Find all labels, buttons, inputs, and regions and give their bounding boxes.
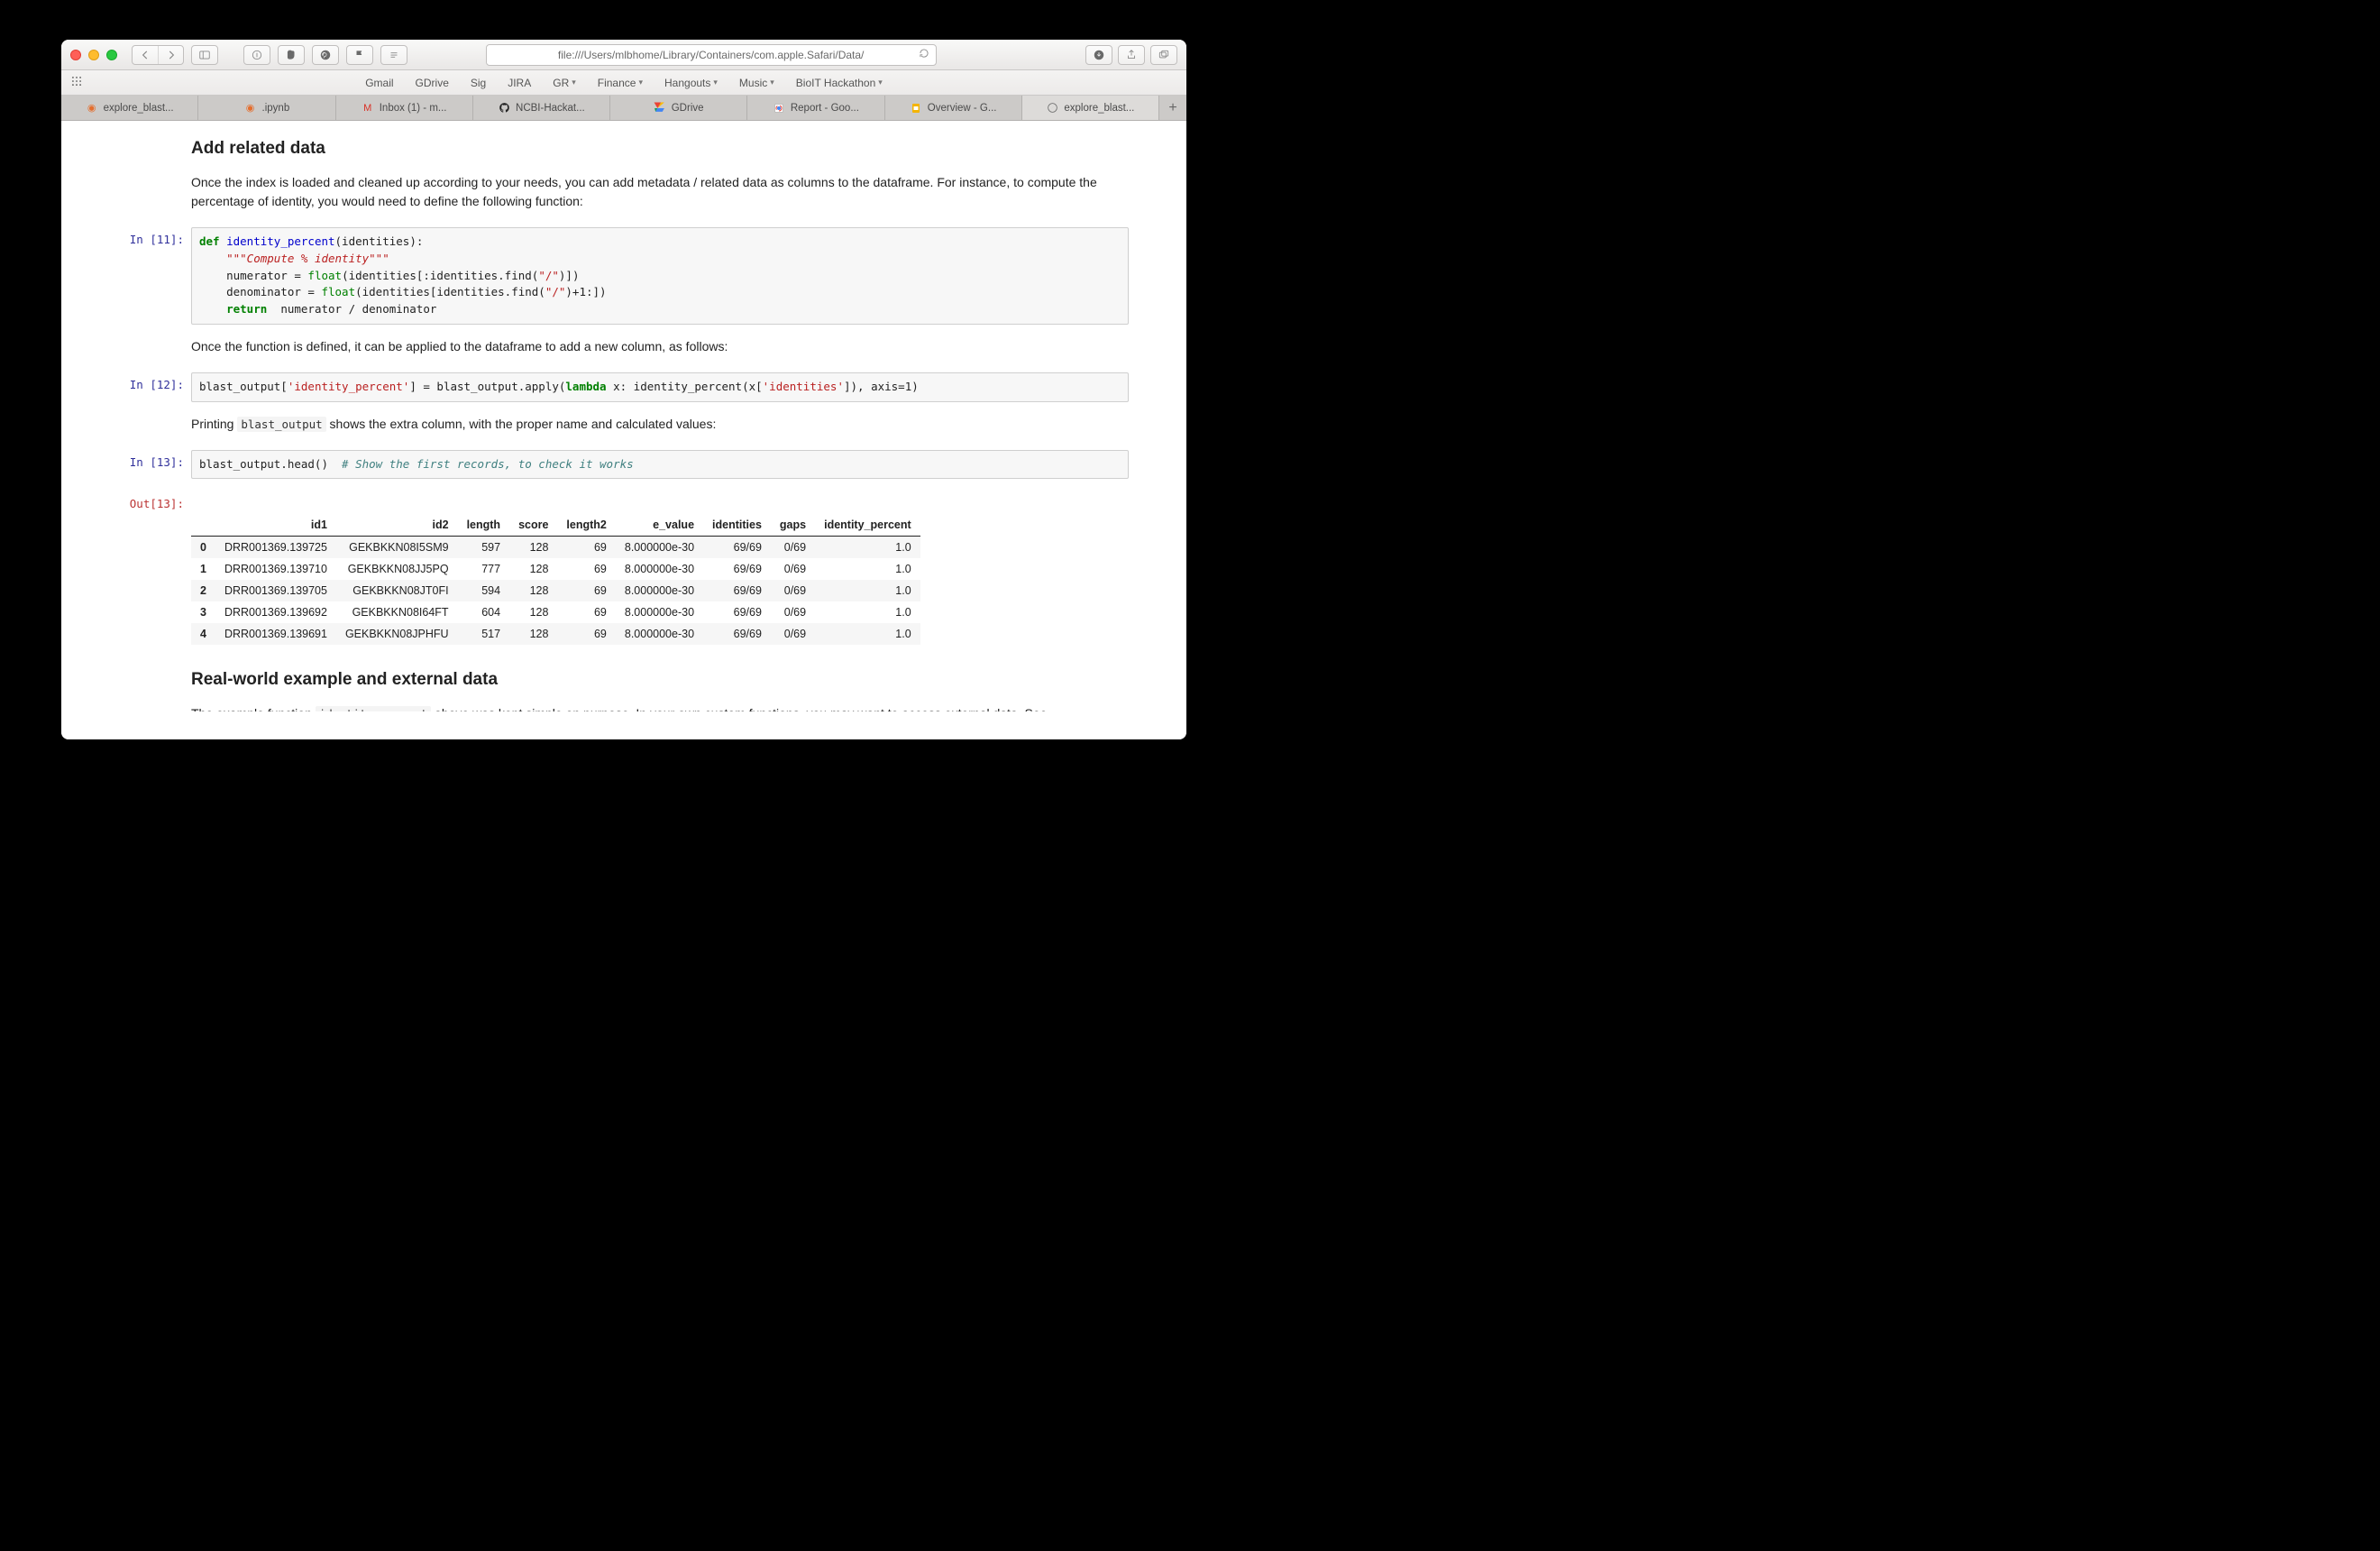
share-icon [1125,49,1138,61]
close-window-button[interactable] [70,50,81,60]
table-row: 2DRR001369.139705GEKBKKN08JT0FI594128698… [191,580,920,601]
notebook: Add related data Once the index is loade… [61,121,1186,719]
gdrive-icon [654,102,666,115]
output-table: id1 id2 length score length2 e_value ide… [191,514,920,645]
lines-icon [388,49,400,61]
forward-button[interactable] [158,46,183,64]
fav-finance[interactable]: Finance▾ [598,77,643,89]
chevron-down-icon: ▾ [638,78,643,87]
out-prompt-13: Out[13]: [119,491,191,510]
code-input-11[interactable]: def identity_percent(identities): """Com… [191,227,1129,325]
circle-i-icon [251,49,263,61]
tab-7[interactable]: explore_blast... [1022,96,1159,120]
fav-hangouts[interactable]: Hangouts▾ [664,77,718,89]
inline-code: blast_output [237,417,325,432]
fav-sig[interactable]: Sig [471,77,486,89]
gslides-icon [910,102,922,115]
pinterest-icon [319,49,332,61]
pinterest-button[interactable] [312,45,339,65]
paragraph-2: Once the function is defined, it can be … [191,337,1120,356]
tab-5[interactable]: Report - Goo... [747,96,884,120]
table-row: 4DRR001369.139691GEKBKKN08JPHFU517128698… [191,623,920,645]
toolbar: file:///Users/mlbhome/Library/Containers… [61,40,1186,70]
favorites-bar: Gmail GDrive Sig JIRA GR▾ Finance▾ Hango… [61,70,1186,96]
gdocs-icon [773,102,785,115]
code-input-13[interactable]: blast_output.head() # Show the first rec… [191,450,1129,480]
tabs-icon [1158,49,1170,61]
in-prompt-13: In [13]: [119,450,191,469]
flag-icon [353,49,366,61]
code-cell-13: In [13]: blast_output.head() # Show the … [119,450,1129,480]
fav-music[interactable]: Music▾ [739,77,774,89]
paragraph-4: The example function identity_percent ab… [191,704,1120,719]
out-row-13: Out[13]: [119,491,1129,510]
fav-gdrive[interactable]: GDrive [416,77,449,89]
table-head: id1 id2 length score length2 e_value ide… [191,514,920,537]
jupyter-icon: ◉ [86,102,98,115]
code-cell-11: In [11]: def identity_percent(identities… [119,227,1129,325]
fav-gmail[interactable]: Gmail [365,77,393,89]
chevron-down-icon: ▾ [770,78,774,87]
chevron-down-icon: ▾ [572,78,576,87]
share-button[interactable] [1118,45,1145,65]
chevron-down-icon: ▾ [878,78,883,87]
chevron-down-icon: ▾ [713,78,718,87]
sidebar-icon [198,49,211,61]
grid-icon [70,75,83,87]
downloads-button[interactable] [1085,45,1112,65]
back-button[interactable] [133,46,158,64]
code-input-12[interactable]: blast_output['identity_percent'] = blast… [191,372,1129,402]
tab-strip: ◉explore_blast... ◉.ipynb MInbox (1) - m… [61,96,1186,121]
safari-window: file:///Users/mlbhome/Library/Containers… [61,40,1186,739]
window-controls [70,50,117,60]
apps-icon[interactable] [70,75,83,90]
address-bar[interactable]: file:///Users/mlbhome/Library/Containers… [486,44,937,66]
evernote-icon [285,49,298,61]
tab-6[interactable]: Overview - G... [885,96,1022,120]
table-row: 0DRR001369.139725GEKBKKN08I5SM9597128698… [191,537,920,559]
tabs-button[interactable] [1150,45,1177,65]
in-prompt-11: In [11]: [119,227,191,246]
tab-3[interactable]: NCBI-Hackat... [473,96,610,120]
ext-button-1[interactable] [243,45,270,65]
gmail-icon: M [362,102,374,115]
fav-bioit[interactable]: BioIT Hackathon▾ [796,77,883,89]
url-text: file:///Users/mlbhome/Library/Containers… [558,49,864,61]
tab-0[interactable]: ◉explore_blast... [61,96,198,120]
ext-button-2[interactable] [346,45,373,65]
jupyter-icon: ◉ [244,102,257,115]
reader-button[interactable] [380,45,407,65]
minimize-window-button[interactable] [88,50,99,60]
tab-2[interactable]: MInbox (1) - m... [336,96,473,120]
section-heading-1: Add related data [191,139,1129,159]
tab-1[interactable]: ◉.ipynb [198,96,335,120]
download-icon [1093,49,1105,61]
tab-4[interactable]: GDrive [610,96,747,120]
reload-button[interactable] [918,47,930,62]
evernote-button[interactable] [278,45,305,65]
table-row: 3DRR001369.139692GEKBKKN08I64FT604128698… [191,601,920,623]
section-heading-2: Real-world example and external data [191,670,1129,690]
in-prompt-12: In [12]: [119,372,191,391]
page-content: Add related data Once the index is loade… [61,121,1186,739]
reload-icon [918,47,930,60]
inline-code: identity_percent [316,706,431,719]
code-cell-12: In [12]: blast_output['identity_percent'… [119,372,1129,402]
fav-jira[interactable]: JIRA [508,77,531,89]
zoom-window-button[interactable] [106,50,117,60]
paragraph-3: Printing blast_output shows the extra co… [191,415,1120,434]
github-icon [498,102,510,115]
table-row: 1DRR001369.139710GEKBKKN08JJ5PQ777128698… [191,558,920,580]
new-tab-button[interactable]: + [1159,96,1186,120]
right-toolbar [1085,45,1177,65]
sidebar-button[interactable] [191,45,218,65]
fav-gr[interactable]: GR▾ [553,77,576,89]
paragraph-1: Once the index is loaded and cleaned up … [191,173,1120,211]
chevron-right-icon [165,49,178,61]
chevron-left-icon [139,49,151,61]
nav-buttons [132,45,184,65]
safari-icon [1046,102,1058,115]
